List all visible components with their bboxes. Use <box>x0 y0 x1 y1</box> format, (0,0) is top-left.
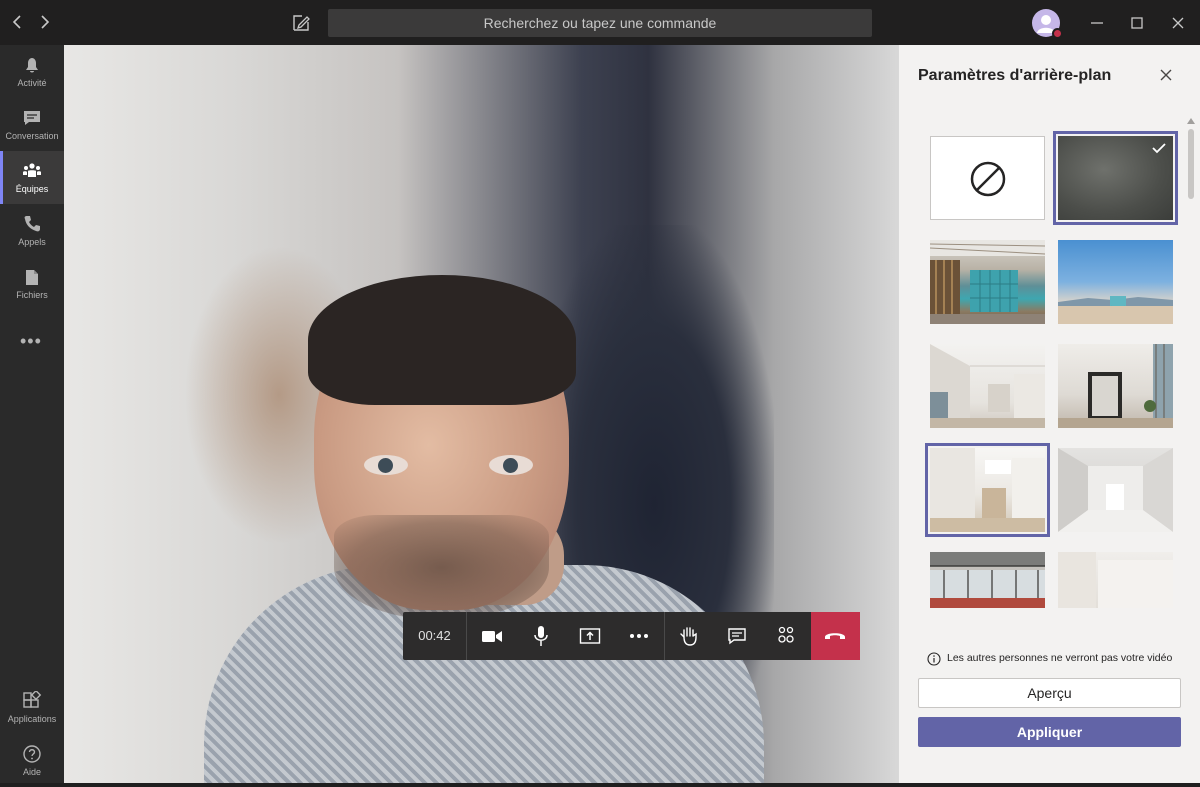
compose-icon[interactable] <box>290 12 312 34</box>
chevron-left-icon[interactable] <box>8 12 28 32</box>
video-feed: 00:42 <box>64 45 899 783</box>
background-option-office-windows[interactable] <box>930 552 1045 608</box>
teams-icon <box>23 163 41 177</box>
info-text: Les autres personnes ne verront pas votr… <box>947 652 1173 664</box>
rail-item-label: Fichiers <box>16 290 48 300</box>
background-option-white-room-3[interactable] <box>925 443 1050 537</box>
background-option-white-room-1[interactable] <box>930 344 1045 428</box>
microphone-button[interactable] <box>517 612 565 660</box>
background-option-blur[interactable] <box>1053 131 1178 225</box>
help-icon <box>23 745 41 763</box>
rail-item-teams[interactable]: Équipes <box>0 151 64 204</box>
chat-icon <box>24 111 40 125</box>
checkmark-icon <box>1152 143 1166 154</box>
background-option-none[interactable] <box>930 136 1045 220</box>
rail-item-label: Aide <box>22 767 41 777</box>
rail-item-calls[interactable]: Appels <box>0 204 64 257</box>
office-windows-image <box>930 552 1045 608</box>
background-option-office-loft[interactable] <box>930 240 1045 324</box>
white-room-image <box>1058 448 1173 532</box>
avatar[interactable] <box>1032 9 1063 39</box>
microphone-icon <box>534 626 548 646</box>
beach-image <box>1058 296 1173 324</box>
rail-item-help[interactable]: Aide <box>0 734 64 787</box>
camera-button[interactable] <box>468 612 516 660</box>
scrollbar-thumb[interactable] <box>1188 129 1194 199</box>
call-controls: 00:42 <box>403 612 860 660</box>
person-beard <box>334 515 549 620</box>
file-icon <box>26 270 38 285</box>
background-settings-panel: Paramètres d'arrière-plan Les autres per… <box>899 45 1200 783</box>
person-eye <box>364 455 408 475</box>
white-wall-image <box>1058 552 1173 608</box>
apply-button[interactable]: Appliquer <box>918 717 1181 747</box>
office-loft-image <box>930 240 1045 324</box>
rail-item-files[interactable]: Fichiers <box>0 257 64 310</box>
participants-icon <box>778 626 794 643</box>
presence-status-badge <box>1052 28 1063 39</box>
panel-title: Paramètres d'arrière-plan <box>918 67 1112 84</box>
rail-item-label: Équipes <box>15 184 49 194</box>
chat-button[interactable] <box>713 612 761 660</box>
minimize-icon[interactable] <box>1086 12 1108 34</box>
close-icon[interactable] <box>1158 67 1174 83</box>
share-screen-icon <box>579 628 601 644</box>
info-icon <box>927 652 941 666</box>
chevron-right-icon[interactable] <box>34 12 54 32</box>
privacy-info: Les autres personnes ne verront pas votr… <box>927 651 1187 669</box>
rail-item-label: Conversation <box>5 131 59 141</box>
raise-hand-icon <box>680 627 697 646</box>
background-option-white-room-2[interactable] <box>1058 344 1173 428</box>
call-timer: 00:42 <box>403 612 467 660</box>
share-screen-button[interactable] <box>566 612 614 660</box>
person-eye <box>489 455 533 475</box>
rail-item-conversation[interactable]: Conversation <box>0 98 64 151</box>
person-hair <box>308 275 576 405</box>
more-options-button[interactable] <box>615 612 663 660</box>
apps-icon <box>23 691 42 708</box>
more-apps-icon[interactable]: ••• <box>20 331 42 352</box>
background-option-white-room-4[interactable] <box>1058 448 1173 532</box>
chat-icon <box>728 628 746 645</box>
camera-icon <box>482 631 502 642</box>
participants-button[interactable] <box>762 612 810 660</box>
background-option-white-wall[interactable] <box>1058 552 1173 608</box>
preview-button[interactable]: Aperçu <box>918 678 1181 708</box>
close-window-icon[interactable] <box>1167 12 1189 34</box>
hang-up-button[interactable] <box>811 612 860 660</box>
rail-item-label: Activité <box>17 78 47 88</box>
bell-icon <box>26 58 38 73</box>
white-room-image <box>930 344 1045 428</box>
rail-item-label: Applications <box>7 714 57 724</box>
more-icon <box>630 634 648 638</box>
app-rail: Activité Conversation Équipes Appels Fic… <box>0 45 64 783</box>
title-bar: Recherchez ou tapez une commande <box>0 0 1200 45</box>
raise-hand-button[interactable] <box>664 612 712 660</box>
white-room-image <box>1058 344 1173 428</box>
rail-item-activity[interactable]: Activité <box>0 45 64 98</box>
maximize-icon[interactable] <box>1126 12 1148 34</box>
phone-icon <box>24 216 40 232</box>
white-room-image <box>930 448 1045 532</box>
scroll-up-icon[interactable] <box>1187 118 1195 124</box>
rail-item-label: Appels <box>18 237 46 247</box>
search-input[interactable]: Recherchez ou tapez une commande <box>328 9 872 37</box>
background-option-beach[interactable] <box>1058 240 1173 324</box>
none-icon <box>970 161 1006 197</box>
hang-up-icon <box>825 633 845 639</box>
rail-item-applications[interactable]: Applications <box>0 681 64 734</box>
